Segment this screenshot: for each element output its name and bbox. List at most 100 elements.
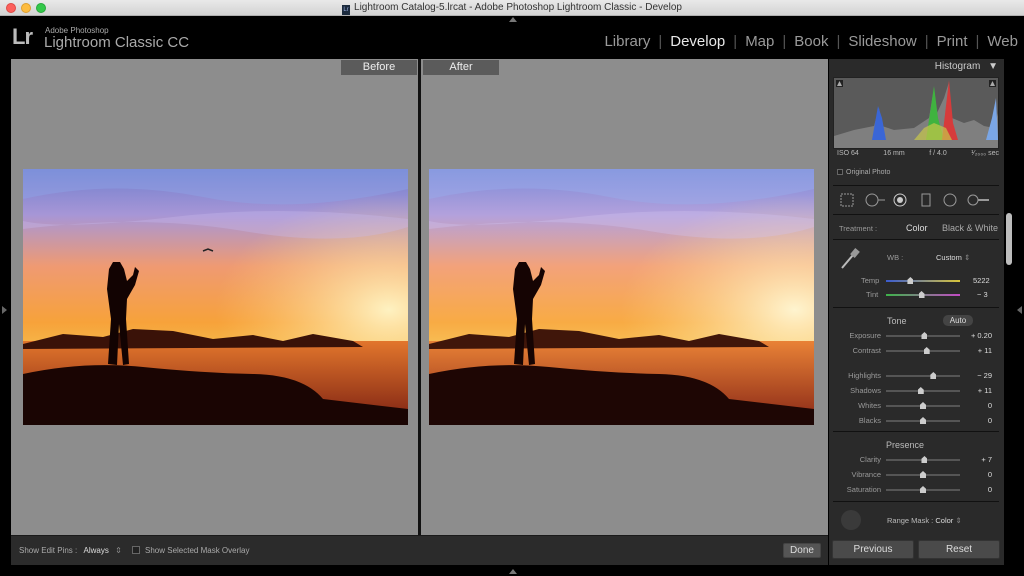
adjustment-brush-tool-icon[interactable] [967, 193, 991, 212]
collapse-top-panel-icon[interactable] [509, 17, 517, 22]
adjustment-slider[interactable] [886, 486, 960, 493]
slider-knob[interactable] [917, 387, 924, 394]
adjustment-slider[interactable] [886, 372, 960, 379]
module-web[interactable]: Web [987, 33, 1018, 50]
adjustment-slider[interactable] [886, 332, 960, 339]
previous-button[interactable]: Previous [832, 540, 914, 559]
reset-button[interactable]: Reset [918, 540, 1000, 559]
expand-left-panel-icon[interactable] [2, 306, 7, 314]
edit-pins-value: Always [83, 546, 109, 555]
slider-knob[interactable] [920, 471, 926, 478]
slider-label: Highlights [848, 371, 881, 380]
before-label: Before [341, 60, 417, 75]
module-separator: | [924, 33, 929, 50]
original-photo-toggle[interactable]: Original Photo [837, 169, 890, 176]
adjustment-slider[interactable] [886, 387, 960, 394]
dropdown-arrows-icon: ⇕ [963, 253, 971, 262]
wb-preset-value: Custom [936, 253, 962, 262]
slider-value[interactable]: − 29 [977, 371, 992, 380]
panel-scrollbar[interactable] [1006, 213, 1012, 265]
slider-knob[interactable] [920, 417, 926, 424]
before-photo[interactable] [23, 169, 408, 425]
temp-slider[interactable] [886, 277, 960, 284]
module-separator: | [782, 33, 787, 50]
expand-right-panel-icon[interactable] [1017, 306, 1022, 314]
red-eye-icon [893, 193, 907, 207]
edit-pins-control[interactable]: Show Edit Pins : Always ⇕ [19, 546, 122, 555]
histogram-graph[interactable] [833, 77, 999, 149]
slider-knob[interactable] [921, 332, 928, 339]
module-map[interactable]: Map [745, 33, 774, 50]
tint-slider[interactable] [886, 291, 960, 298]
slider-value[interactable]: 0 [988, 416, 992, 425]
slider-value[interactable]: + 0.20 [971, 331, 992, 340]
section-divider [833, 239, 999, 240]
range-mask-label: Range Mask : [887, 516, 934, 525]
wb-eyedropper-icon[interactable] [839, 245, 861, 276]
bottom-toolbar: Show Edit Pins : Always ⇕ Show Selected … [11, 535, 828, 565]
auto-tone-button[interactable]: Auto [943, 315, 973, 326]
treatment-color-button[interactable]: Color [906, 223, 928, 233]
adjustment-slider[interactable] [886, 402, 960, 409]
histogram-header[interactable]: Histogram ▼ [935, 61, 998, 72]
done-button[interactable]: Done [783, 543, 821, 558]
adjustment-slider[interactable] [886, 417, 960, 424]
slider-value[interactable]: + 7 [981, 455, 992, 464]
mask-overlay-checkbox[interactable] [132, 546, 140, 554]
slider-knob[interactable] [923, 347, 930, 354]
slider-knob[interactable] [921, 456, 928, 463]
compare-divider [418, 59, 421, 535]
histogram-title: Histogram [934, 61, 981, 72]
slider-knob[interactable] [918, 291, 925, 298]
mask-overlay-toggle[interactable]: Show Selected Mask Overlay [132, 546, 250, 555]
slider-knob[interactable] [920, 486, 926, 493]
after-photo[interactable] [429, 169, 814, 425]
adjustment-slider[interactable] [886, 456, 960, 463]
slider-label: Blacks [858, 416, 881, 425]
module-slideshow[interactable]: Slideshow [848, 33, 916, 50]
module-picker: Library | Develop | Map | Book | Slideshow | … [604, 33, 1018, 50]
range-mask-control[interactable]: Range Mask : Color ⇕ [887, 516, 962, 525]
radial-filter-tool-icon[interactable] [943, 193, 957, 212]
treatment-bw-button[interactable]: Black & White [942, 223, 998, 233]
original-photo-checkbox[interactable] [837, 169, 843, 175]
slider-knob[interactable] [907, 277, 914, 284]
red-eye-tool-icon[interactable] [893, 193, 907, 212]
adjustment-slider[interactable] [886, 471, 960, 478]
crop-tool-icon[interactable] [840, 193, 854, 212]
before-after-view: Before After [11, 59, 828, 535]
radial-filter-icon [943, 193, 957, 207]
slider-label: Clarity [859, 455, 881, 464]
slider-label: Whites [858, 401, 881, 410]
wb-preset-select[interactable]: Custom ⇕ [936, 253, 970, 262]
slider-value[interactable]: 0 [988, 401, 992, 410]
temp-label: Temp [861, 276, 880, 285]
lightroom-logo-icon: Lr [12, 24, 33, 49]
slider-knob[interactable] [920, 402, 926, 409]
range-mask-picker-icon[interactable] [841, 510, 861, 530]
treatment-label: Treatment : [839, 224, 878, 233]
slider-knob[interactable] [930, 372, 937, 379]
edit-pins-label: Show Edit Pins : [19, 546, 78, 555]
expand-filmstrip-icon[interactable] [509, 569, 517, 574]
adjustment-slider[interactable] [886, 347, 960, 354]
module-book[interactable]: Book [794, 33, 828, 50]
shutter-speed: ¹⁄₂₀₀₀ sec [971, 150, 999, 157]
module-develop[interactable]: Develop [670, 33, 725, 50]
slider-value[interactable]: 0 [988, 485, 992, 494]
develop-right-panel: Histogram ▼ ISO 64 16 mm f / 4.0 ¹⁄₂₀₀₀ … [829, 59, 1004, 565]
tint-value[interactable]: − 3 [977, 290, 988, 299]
module-library[interactable]: Library [604, 33, 650, 50]
slider-value[interactable]: 0 [988, 470, 992, 479]
slider-value[interactable]: + 11 [978, 346, 992, 355]
graduated-filter-tool-icon[interactable] [921, 193, 931, 212]
temp-value[interactable]: 5222 [973, 276, 990, 285]
catalog-file-icon: Lr [342, 5, 351, 15]
module-print[interactable]: Print [937, 33, 968, 50]
slider-value[interactable]: + 11 [978, 386, 992, 395]
module-separator: | [836, 33, 841, 50]
identity-plate-header: Lr Adobe Photoshop Lightroom Classic CC … [0, 17, 1024, 57]
spot-removal-tool-icon[interactable] [865, 193, 887, 212]
window-title: Lr Lightroom Catalog-5.lrcat - Adobe Phot… [0, 2, 1024, 15]
dropdown-arrows-icon: ⇕ [955, 516, 962, 525]
